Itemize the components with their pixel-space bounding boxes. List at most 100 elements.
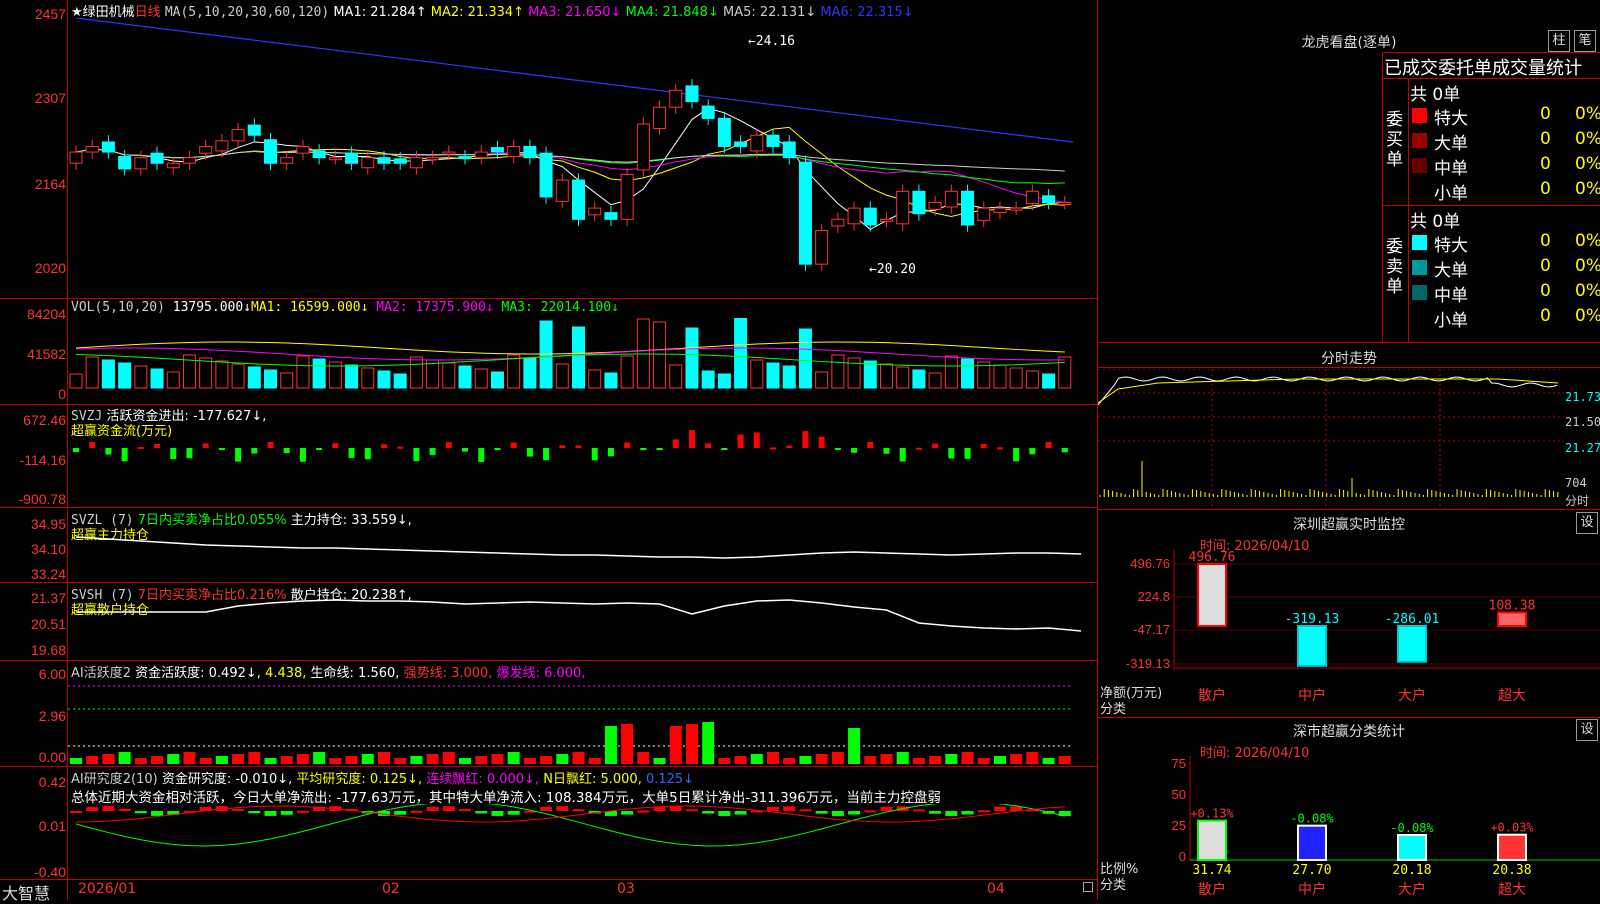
tick-view-button[interactable]: 笔: [1574, 30, 1596, 52]
sell-row-percent: 0%: [1575, 231, 1600, 251]
fund-flow-bar: [170, 448, 177, 459]
research-bar: [718, 811, 731, 816]
ai2-chart[interactable]: [68, 804, 1097, 879]
volume-bar: [296, 355, 310, 389]
candle: [717, 117, 731, 147]
fund-flow-bar: [624, 442, 631, 448]
activity-bar: [313, 752, 326, 764]
activity-bar: [718, 758, 731, 764]
classify-bar-value: 20.38: [1492, 863, 1531, 878]
candle: [750, 134, 764, 152]
fund-flow-bar: [526, 448, 533, 457]
activity-bar: [864, 756, 877, 764]
candle: [653, 106, 667, 130]
candle: [539, 152, 553, 198]
classify-bar-chart[interactable]: 75 50 25 0 +0.13% 31.74 散户 -0.08% 27.70 中户 -0.08% 2…: [1098, 756, 1600, 900]
research-bar: [993, 806, 1006, 811]
fund-flow-bar: [672, 439, 679, 448]
activity-bar: [588, 758, 601, 764]
classify-settings-button[interactable]: 设: [1576, 719, 1598, 741]
fund-flow-bar: [494, 448, 501, 450]
fund-flow-bar: [915, 447, 922, 450]
fund-flow-bar: [89, 442, 96, 448]
fund-flow-bar: [1045, 442, 1052, 448]
monitor-bar-chart[interactable]: 496.76 224.8 -47.17 -319.13 496.76 散户 -319.13 中…: [1098, 550, 1600, 715]
sell-swatch: [1412, 260, 1427, 275]
divider: [1098, 717, 1600, 718]
candlestick-chart[interactable]: [68, 18, 1097, 298]
svzl-axis-label: 33.24: [30, 566, 66, 582]
volume-bar: [361, 367, 375, 389]
bar-view-button[interactable]: 柱: [1548, 30, 1570, 52]
fund-flow-bar: [445, 442, 452, 448]
fund-flow-bar: [770, 447, 777, 450]
divider: [1098, 367, 1600, 368]
svzl-chart[interactable]: [68, 535, 1097, 580]
volume-bar: [555, 363, 569, 389]
fund-flow-bar: [705, 443, 712, 448]
activity-bar: [475, 756, 488, 764]
activity-bar: [70, 758, 82, 764]
activity-bar: [993, 756, 1006, 764]
volume-bar: [69, 373, 83, 389]
volume-bar: [620, 355, 634, 389]
buy-row-label: 小单: [1434, 184, 1468, 204]
fund-flow-bar: [316, 448, 323, 450]
vol-ma-value-3: MA3: 22014.100↓: [493, 300, 619, 315]
sell-row-label: 中单: [1434, 286, 1468, 306]
activity-bar: [491, 754, 504, 764]
volume-bar: [604, 372, 618, 389]
x-axis-label: 03: [617, 881, 635, 897]
buy-row-label: 中单: [1434, 159, 1468, 179]
research-bar: [702, 811, 715, 814]
candle: [426, 157, 440, 161]
intraday-chart[interactable]: [1098, 369, 1564, 507]
monitor-bar: [1197, 563, 1227, 627]
volume-bar: [831, 354, 845, 389]
volume-bar: [101, 359, 115, 389]
sell-swatch: [1412, 285, 1427, 300]
fund-flow-bar: [364, 448, 371, 460]
fund-flow-bar: [510, 442, 517, 448]
svsh-chart[interactable]: [68, 598, 1097, 660]
candle: [831, 218, 845, 227]
volume-bar: [231, 363, 245, 389]
candle: [85, 145, 99, 153]
research-bar: [507, 811, 520, 815]
activity-bar: [848, 728, 861, 764]
monitor-settings-button[interactable]: 设: [1576, 512, 1598, 534]
vol-ma-value-1: MA1: 16599.000↓: [251, 300, 369, 315]
activity-bar: [637, 752, 650, 764]
ai2-avg: 平均研究度: 0.125↓,: [296, 772, 423, 787]
volume-chart[interactable]: [68, 318, 1097, 398]
volume-bar: [669, 364, 683, 389]
buy-row-percent: 0%: [1575, 129, 1600, 149]
volume-bar: [312, 358, 326, 389]
ai1-chart[interactable]: [68, 676, 1097, 764]
activity-bar: [831, 752, 844, 764]
fund-flow-bar: [121, 448, 128, 462]
volume-bar: [1025, 370, 1039, 389]
price-axis-label: 2020: [34, 260, 66, 276]
fund-flow-bar: [137, 447, 144, 450]
svzj-chart[interactable]: [68, 418, 1097, 504]
candle: [215, 140, 229, 152]
divider: [0, 660, 1097, 661]
volume-bar: [215, 360, 229, 389]
lock-icon[interactable]: [1083, 882, 1093, 892]
classify-category-label: 中户: [1298, 881, 1326, 898]
low-price-annotation: ←20.20: [869, 262, 916, 277]
fenshi-vol-label: 分时: [1565, 494, 1590, 508]
research-bar: [118, 808, 131, 811]
divider: [1382, 52, 1600, 53]
volume-bar: [815, 371, 829, 389]
candle: [977, 207, 991, 221]
classify-axis-label: 50: [1172, 787, 1186, 802]
research-bar: [296, 810, 309, 813]
volume-ma-line: [75, 341, 1065, 355]
research-bar: [491, 811, 504, 816]
research-bar: [864, 810, 877, 813]
buy-row-percent: 0%: [1575, 179, 1600, 199]
lhb-subtitle: 已成交委托单成交量统计: [1384, 58, 1582, 79]
ai1-axis-label: 6.00: [38, 666, 66, 682]
